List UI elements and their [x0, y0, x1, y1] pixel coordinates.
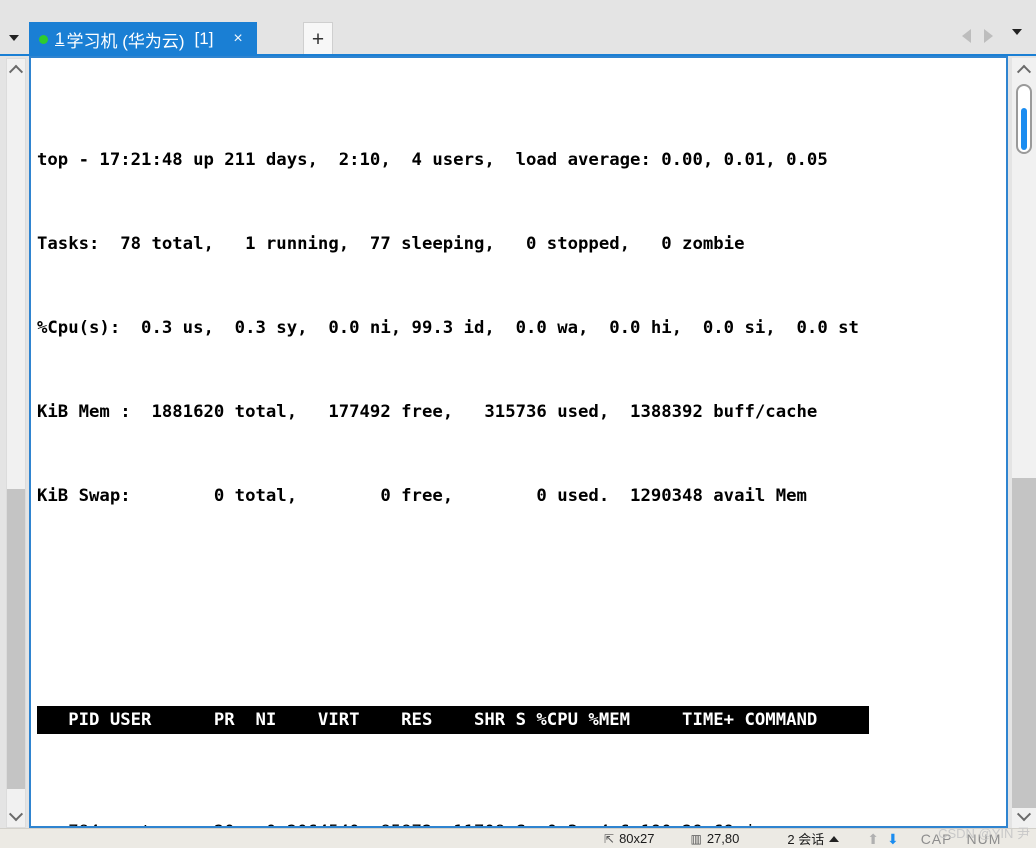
tab-scroll-right-button[interactable]: [984, 29, 993, 43]
chevron-down-icon: [8, 807, 24, 822]
top-summary-line: Tasks: 78 total, 1 running, 77 sleeping,…: [37, 234, 745, 254]
chevron-up-icon: [8, 64, 24, 79]
left-scrollbar-up-button[interactable]: [7, 59, 25, 79]
right-scrollbar[interactable]: [1012, 58, 1036, 828]
process-row: 784 root 20 0 2064540 85872 11708 S 0.3 …: [37, 818, 1006, 826]
status-session-count[interactable]: 2 会话: [787, 829, 840, 848]
right-scrollbar-thumb[interactable]: [1016, 84, 1032, 154]
terminal-output-pane[interactable]: top - 17:21:48 up 211 days, 2:10, 4 user…: [29, 56, 1008, 828]
right-scrollbar-track-lower[interactable]: [1012, 478, 1036, 808]
tab-title: 学习机 (华为云): [66, 31, 185, 51]
status-cursor-position-label: 27,80: [706, 831, 740, 846]
tab-number: 1: [55, 29, 65, 48]
tab-index-label: [1]: [194, 29, 214, 48]
status-upload-indicator: ⬆: [867, 832, 879, 846]
status-caps-lock: CAP: [920, 830, 953, 847]
resize-icon: ⇱: [604, 831, 615, 846]
cursor-position-icon: ▥: [690, 831, 702, 846]
top-summary-line: KiB Swap: 0 total, 0 free, 0 used. 12903…: [37, 486, 807, 506]
arrow-up-icon: ⬆: [867, 830, 879, 847]
tab-session-1[interactable]: 1 学习机 (华为云) [1] ×: [29, 22, 257, 56]
status-session-count-label: 2 会话: [787, 832, 825, 847]
status-terminal-size-label: 80x27: [619, 831, 655, 846]
chevron-down-icon: [9, 35, 19, 41]
process-table-header-row: PID USER PR NI VIRT RES SHR S %CPU %MEM …: [37, 706, 1006, 734]
session-status-dot-icon: [39, 34, 48, 44]
left-scrollbar[interactable]: [6, 58, 26, 828]
status-download-indicator: ⬇: [887, 832, 899, 846]
chevron-up-icon: [1016, 64, 1032, 79]
right-scrollbar-thumb-fill: [1021, 108, 1027, 150]
status-cursor-position: ▥ 27,80: [690, 831, 739, 846]
right-scrollbar-down-button[interactable]: [1012, 806, 1036, 828]
chevron-down-icon: [1012, 29, 1022, 35]
terminal-app-window: 1 学习机 (华为云) [1] × + top - 17:21:48 up 21…: [0, 0, 1036, 848]
right-scrollbar-up-button[interactable]: [1012, 58, 1036, 80]
left-scrollbar-thumb[interactable]: [7, 489, 25, 789]
chevron-left-icon: [962, 29, 971, 43]
left-scrollbar-down-button[interactable]: [7, 807, 25, 827]
process-table-header-text: PID USER PR NI VIRT RES SHR S %CPU %MEM …: [37, 706, 870, 734]
chevron-right-icon: [984, 29, 993, 43]
tab-strip: 1 学习机 (华为云) [1] × +: [0, 0, 1036, 56]
new-tab-button[interactable]: +: [303, 22, 333, 56]
chevron-up-icon[interactable]: [829, 835, 840, 842]
chevron-down-icon: [1016, 807, 1032, 822]
top-summary-line: top - 17:21:48 up 211 days, 2:10, 4 user…: [37, 150, 828, 170]
top-summary-line: %Cpu(s): 0.3 us, 0.3 sy, 0.0 ni, 99.3 id…: [37, 318, 859, 338]
top-summary-line: KiB Mem : 1881620 total, 177492 free, 31…: [37, 402, 818, 422]
status-num-lock: NUM: [966, 830, 1002, 847]
status-bar: ⇱ 80x27 ▥ 27,80 2 会话 ⬆ ⬇ CAP NUM: [0, 828, 1036, 848]
status-terminal-size: ⇱ 80x27: [604, 831, 654, 846]
tab-list-dropdown-button[interactable]: [0, 20, 28, 56]
terminal-text: top - 17:21:48 up 211 days, 2:10, 4 user…: [37, 62, 1006, 826]
tab-menu-button[interactable]: [1012, 29, 1022, 35]
arrow-down-icon: ⬇: [886, 830, 899, 847]
tab-scroll-left-button[interactable]: [962, 29, 971, 43]
close-icon[interactable]: ×: [227, 30, 248, 48]
